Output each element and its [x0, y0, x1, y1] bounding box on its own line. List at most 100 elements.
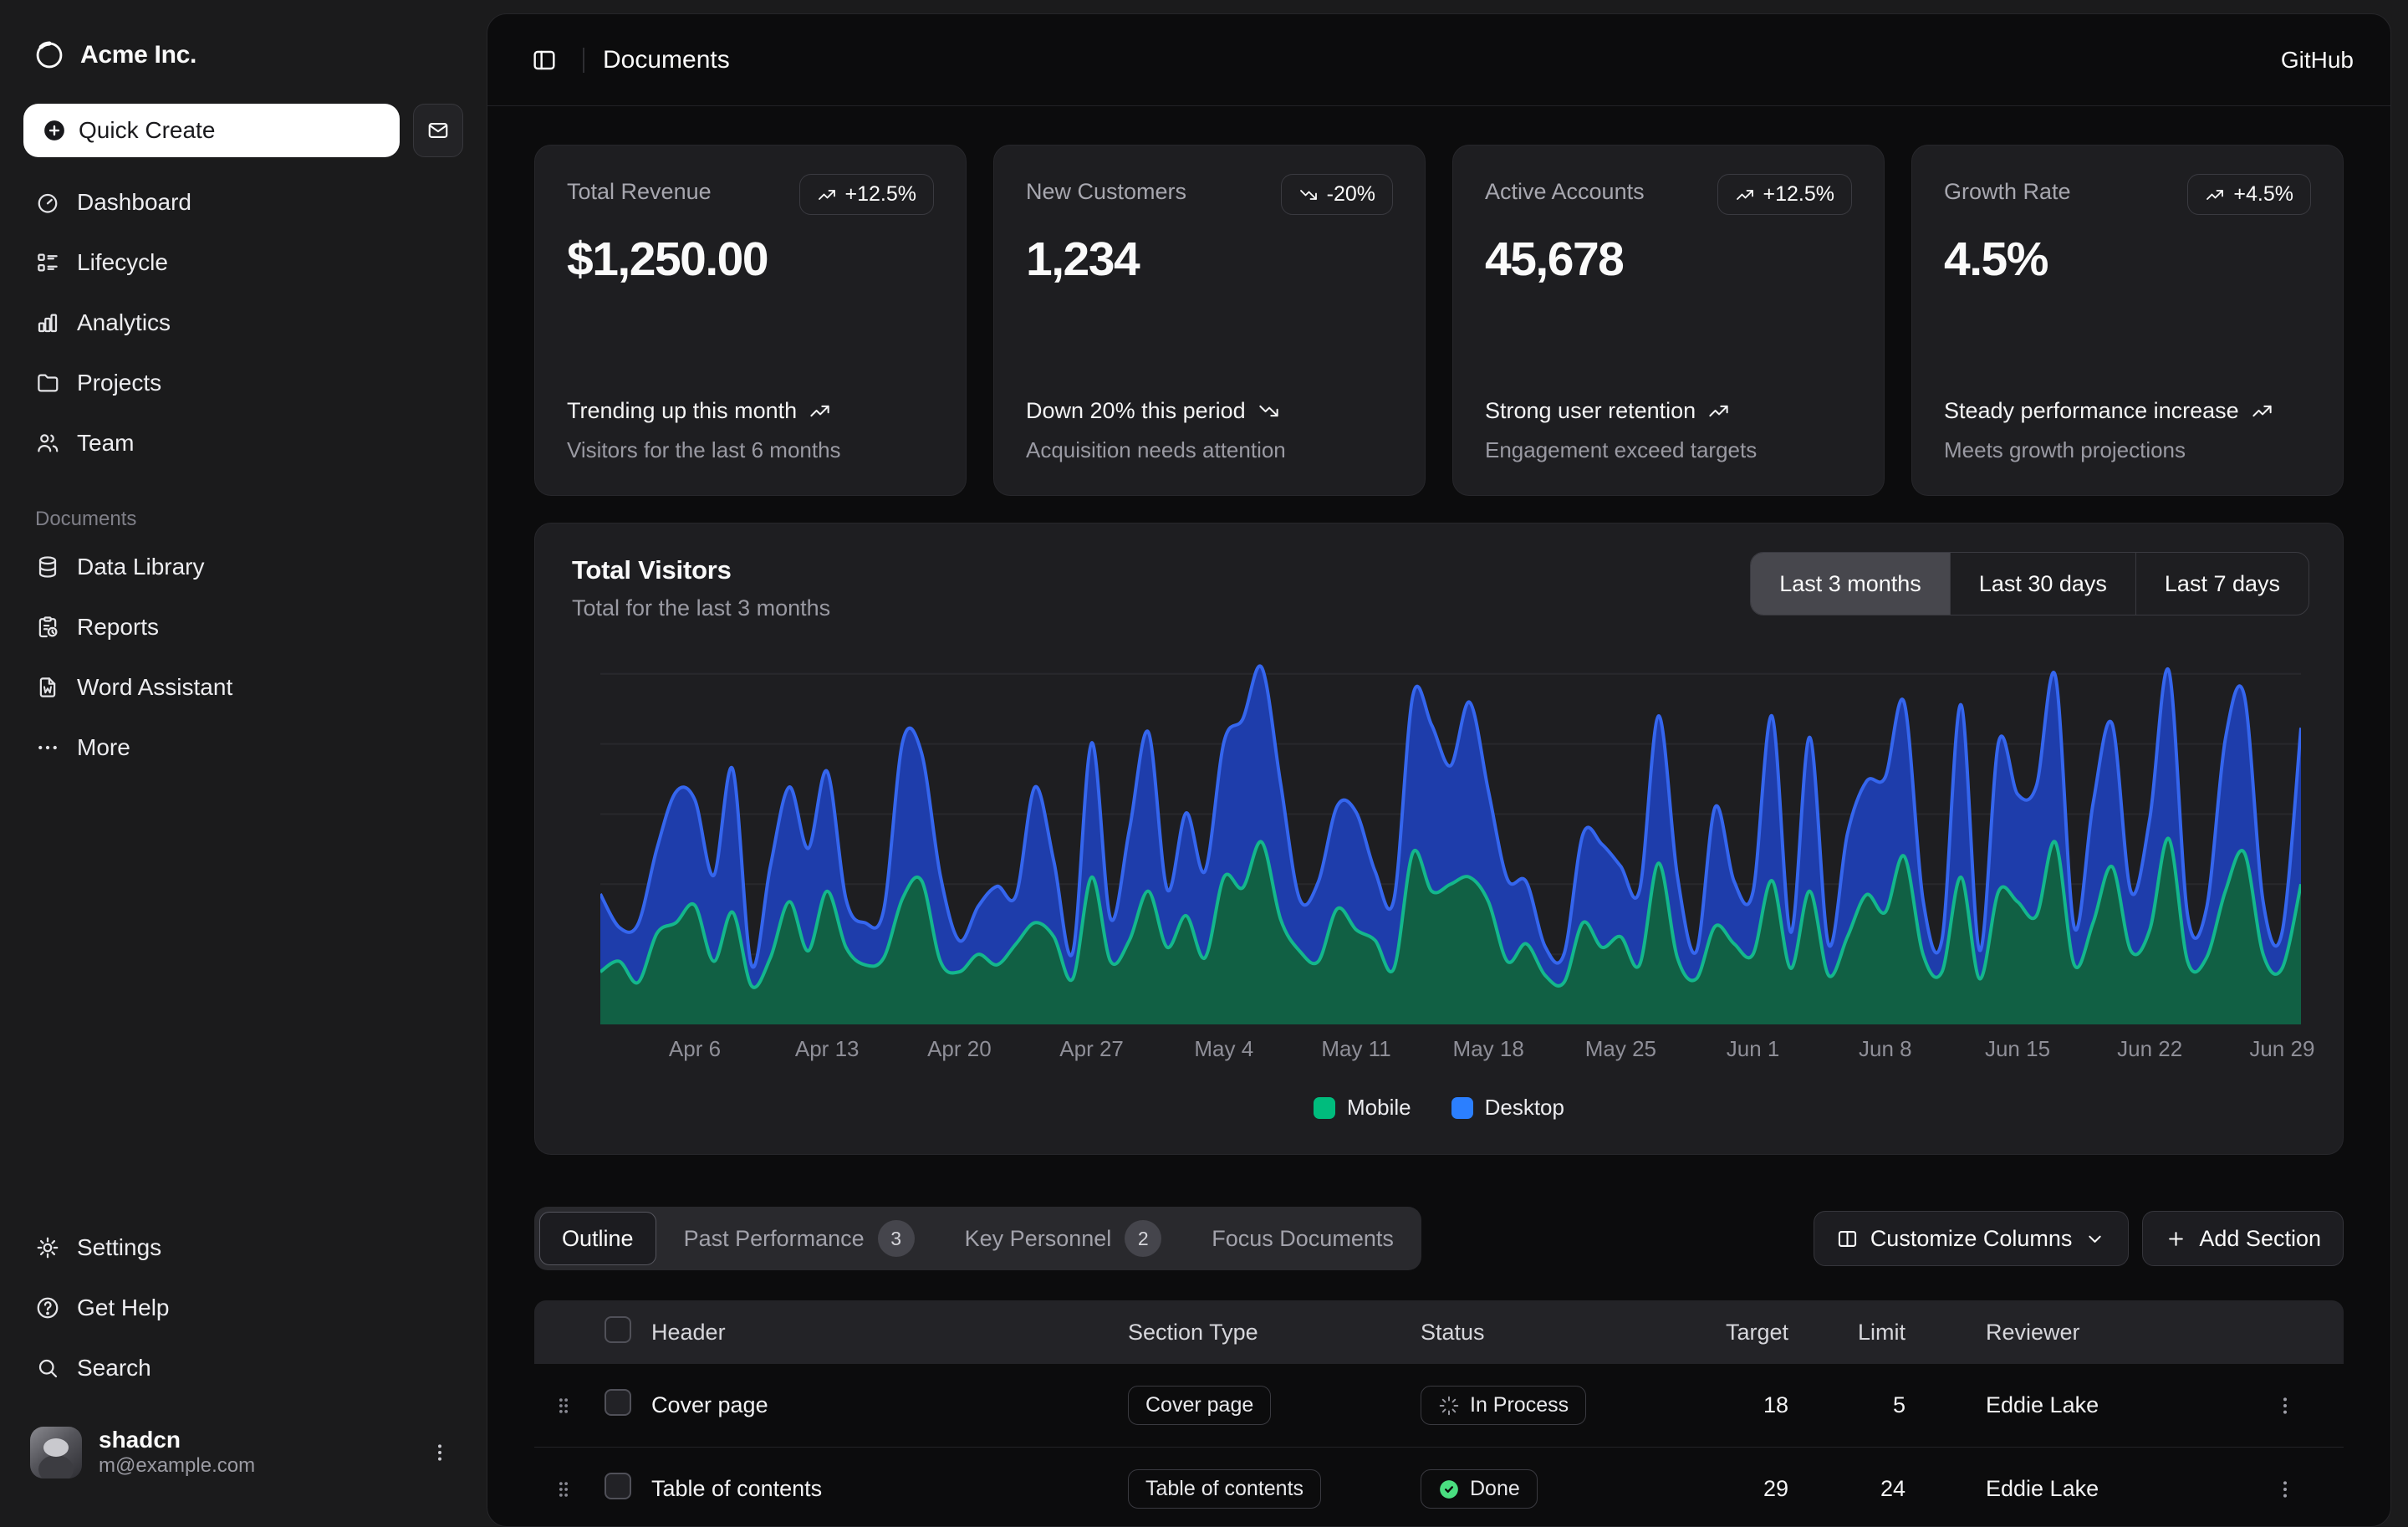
- legend-mobile: Mobile: [1314, 1095, 1411, 1121]
- tab-outline[interactable]: Outline: [539, 1212, 656, 1265]
- card-footer-desc: Meets growth projections: [1944, 437, 2311, 463]
- tab-key-personnel[interactable]: Key Personnel 2: [942, 1212, 1185, 1265]
- sidebar-item-projects[interactable]: Projects: [23, 353, 463, 413]
- table-header-row: Header Section Type Status Target Limit …: [534, 1300, 2344, 1364]
- dots-vertical-icon: [2273, 1478, 2297, 1501]
- user-menu-dots-button[interactable]: [423, 1436, 457, 1469]
- select-all-checkbox[interactable]: [605, 1316, 631, 1343]
- page-header: Documents GitHub: [487, 14, 2390, 106]
- sidebar-toggle-button[interactable]: [524, 40, 564, 80]
- x-tick-label: Jun 29: [2249, 1036, 2314, 1062]
- org-switcher[interactable]: Acme Inc.: [23, 30, 463, 80]
- col-section-type: Section Type: [1128, 1320, 1421, 1346]
- cell-target[interactable]: 18: [1696, 1392, 1822, 1418]
- chevron-down-icon: [2084, 1228, 2106, 1250]
- sidebar-item-get-help[interactable]: Get Help: [23, 1278, 463, 1338]
- columns-icon: [1836, 1228, 1859, 1250]
- sidebar-item-search[interactable]: Search: [23, 1338, 463, 1398]
- x-tick-label: May 25: [1585, 1036, 1656, 1062]
- x-tick-label: Apr 27: [1059, 1036, 1124, 1062]
- sidebar-item-lifecycle[interactable]: Lifecycle: [23, 232, 463, 293]
- list-details-icon: [35, 250, 60, 275]
- plus-icon: [2165, 1228, 2187, 1250]
- cell-header[interactable]: Table of contents: [651, 1476, 1128, 1502]
- sidebar-item-label: More: [77, 734, 130, 761]
- inbox-button[interactable]: [413, 104, 463, 157]
- total-visitors-card: Total Visitors Total for the last 3 mont…: [534, 523, 2344, 1155]
- github-link[interactable]: GitHub: [2281, 47, 2354, 74]
- cell-target[interactable]: 29: [1696, 1476, 1822, 1502]
- range-last-3-months[interactable]: Last 3 months: [1751, 553, 1950, 615]
- table-row: Table of contents Table of contents Done…: [534, 1448, 2344, 1527]
- quick-create-button[interactable]: Quick Create: [23, 104, 400, 157]
- main-nav: Dashboard Lifecycle Analytics Projects: [23, 172, 463, 473]
- col-reviewer: Reviewer: [1939, 1320, 2268, 1346]
- dots-icon: [35, 735, 60, 760]
- row-menu-button[interactable]: [2268, 1389, 2302, 1422]
- card-footer-desc: Visitors for the last 6 months: [567, 437, 934, 463]
- cell-limit[interactable]: 24: [1822, 1476, 1939, 1502]
- sidebar-item-analytics[interactable]: Analytics: [23, 293, 463, 353]
- status-badge: Done: [1421, 1469, 1538, 1509]
- bar-chart-icon: [35, 310, 60, 335]
- sidebar-item-label: Dashboard: [77, 189, 191, 216]
- range-last-30-days[interactable]: Last 30 days: [1950, 553, 2135, 615]
- tab-focus-documents[interactable]: Focus Documents: [1189, 1212, 1416, 1265]
- cell-reviewer[interactable]: Eddie Lake: [1939, 1476, 2268, 1502]
- trending-up-icon: [2205, 185, 2225, 205]
- dashboard-icon: [35, 190, 60, 215]
- row-checkbox[interactable]: [605, 1473, 631, 1499]
- row-menu-button[interactable]: [2268, 1473, 2302, 1506]
- main-panel: Documents GitHub Total Revenue +12.5% $1…: [487, 13, 2391, 1527]
- sidebar-item-label: Settings: [77, 1234, 161, 1261]
- status-badge: In Process: [1421, 1386, 1586, 1425]
- folder-icon: [35, 370, 60, 396]
- sidebar-item-more[interactable]: More: [23, 718, 463, 778]
- add-section-button[interactable]: Add Section: [2142, 1211, 2344, 1266]
- x-tick-label: Jun 1: [1727, 1036, 1780, 1062]
- card-growth-rate: Growth Rate +4.5% 4.5% Steady performanc…: [1911, 145, 2344, 496]
- sidebar-item-team[interactable]: Team: [23, 413, 463, 473]
- cell-reviewer[interactable]: Eddie Lake: [1939, 1392, 2268, 1418]
- row-checkbox[interactable]: [605, 1389, 631, 1416]
- x-tick-label: May 11: [1321, 1036, 1390, 1062]
- drag-handle[interactable]: [551, 1477, 605, 1502]
- loader-icon: [1438, 1395, 1460, 1417]
- chart-legend: Mobile Desktop: [572, 1095, 2306, 1121]
- user-menu[interactable]: shadcn m@example.com: [23, 1422, 463, 1484]
- x-axis-labels: Apr 6Apr 13Apr 20Apr 27May 4May 11May 18…: [600, 1036, 2301, 1070]
- trending-down-icon: [1298, 185, 1319, 205]
- customize-columns-button[interactable]: Customize Columns: [1814, 1211, 2130, 1266]
- visitors-area-chart[interactable]: [600, 660, 2301, 1024]
- circle-check-icon: [1438, 1478, 1460, 1500]
- outline-table: Header Section Type Status Target Limit …: [534, 1300, 2344, 1527]
- card-value: $1,250.00: [567, 232, 934, 287]
- file-word-icon: [35, 675, 60, 700]
- tab-past-performance[interactable]: Past Performance 3: [661, 1212, 937, 1265]
- stat-cards: Total Revenue +12.5% $1,250.00 Trending …: [534, 145, 2344, 496]
- report-icon: [35, 615, 60, 640]
- card-footer-title: Steady performance increase: [1944, 394, 2311, 427]
- card-value: 4.5%: [1944, 232, 2311, 287]
- trend-badge: +4.5%: [2187, 174, 2311, 215]
- col-limit: Limit: [1822, 1320, 1939, 1346]
- drag-handle[interactable]: [551, 1393, 605, 1418]
- user-name: shadcn: [99, 1427, 406, 1453]
- trend-badge: +12.5%: [1717, 174, 1853, 215]
- sidebar-item-reports[interactable]: Reports: [23, 597, 463, 657]
- panel-left-icon: [531, 47, 558, 74]
- cell-limit[interactable]: 5: [1822, 1392, 1939, 1418]
- sidebar-item-data-library[interactable]: Data Library: [23, 537, 463, 597]
- circle-plus-icon: [42, 118, 67, 143]
- cell-header[interactable]: Cover page: [651, 1392, 1128, 1418]
- help-circle-icon: [35, 1295, 60, 1320]
- card-active-accounts: Active Accounts +12.5% 45,678 Strong use…: [1452, 145, 1885, 496]
- table-row: Cover page Cover page In Process 18 5 Ed…: [534, 1364, 2344, 1448]
- col-status: Status: [1421, 1320, 1696, 1346]
- sidebar-item-settings[interactable]: Settings: [23, 1218, 463, 1278]
- sidebar-item-label: Word Assistant: [77, 674, 232, 701]
- sidebar-item-word-assistant[interactable]: Word Assistant: [23, 657, 463, 718]
- card-title: New Customers: [1026, 174, 1186, 205]
- range-last-7-days[interactable]: Last 7 days: [2135, 553, 2309, 615]
- sidebar-item-dashboard[interactable]: Dashboard: [23, 172, 463, 232]
